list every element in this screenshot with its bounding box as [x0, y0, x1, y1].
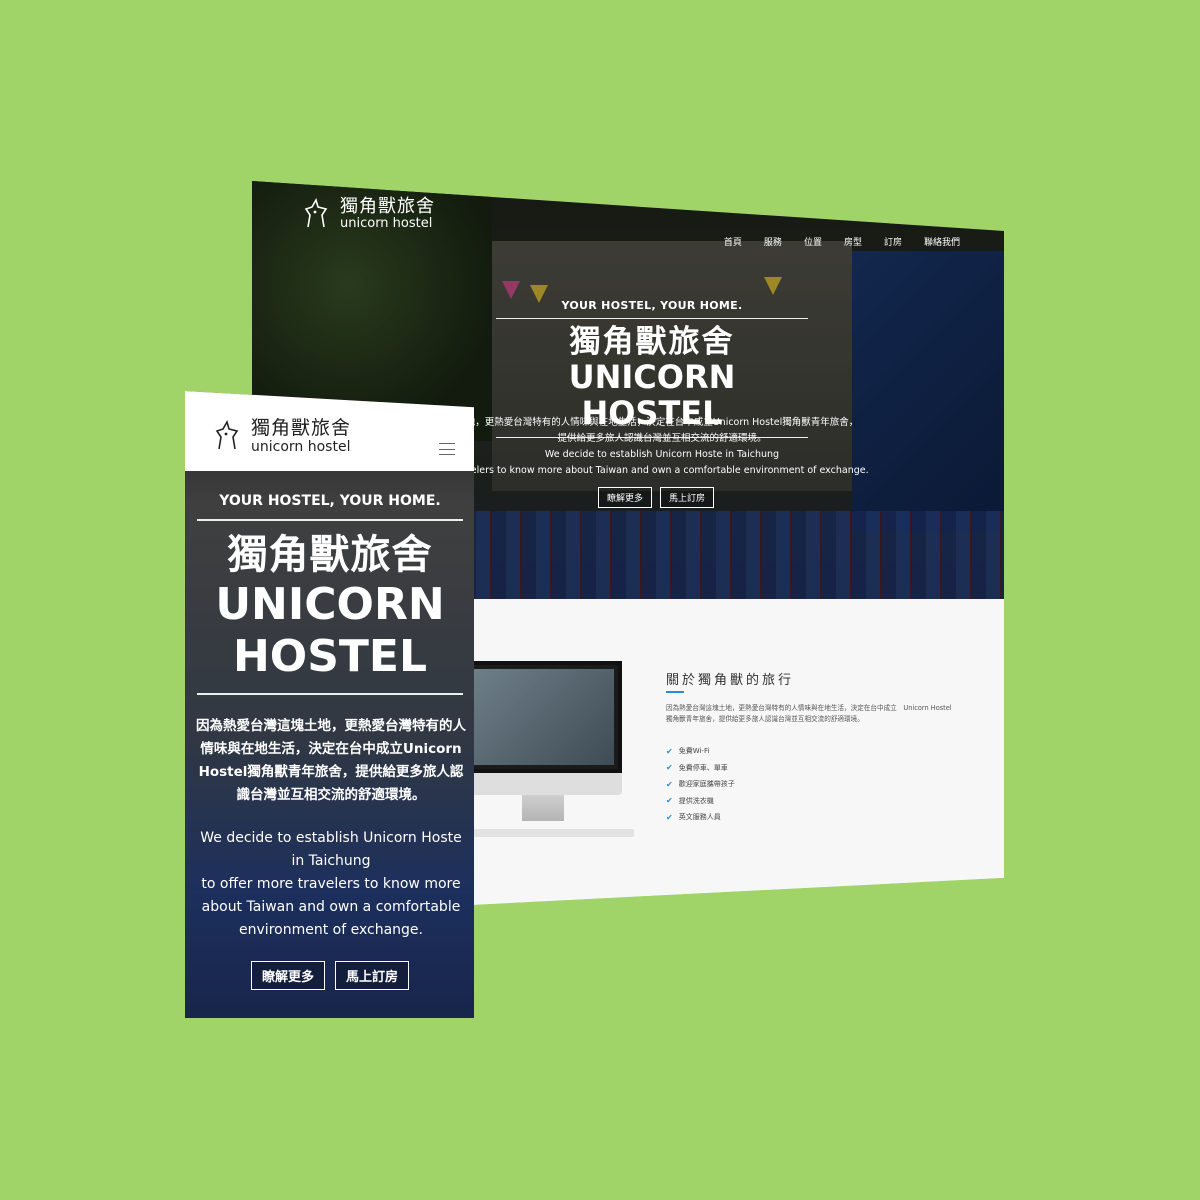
check-icon: ✔	[666, 812, 673, 822]
unicorn-logo-icon	[215, 419, 239, 450]
logo-name-en: unicorn hostel	[251, 439, 351, 455]
list-item: ✔ 歡迎家庭攜帶孩子	[666, 776, 735, 793]
list-item: ✔ 提供洗衣機	[666, 793, 735, 810]
check-icon: ✔	[666, 779, 673, 789]
mobile-mockup: 獨角獸旅舍 unicorn hostel YOUR HOSTEL, YOUR H…	[185, 391, 474, 1018]
desktop-logo[interactable]: 獨角獸旅舍 unicorn hostel	[300, 197, 435, 231]
nav-item-home[interactable]: 首頁	[724, 235, 742, 248]
feature-label: 歡迎家庭攜帶孩子	[678, 780, 735, 789]
divider	[197, 519, 463, 521]
hero-buttons: 瞭解更多 馬上訂房	[598, 487, 715, 508]
nav-item-services[interactable]: 服務	[764, 235, 782, 248]
hero-desc-line: 地，更熱愛台灣特有的人情味與在地生活，決定在台中成立Unicorn Hostel…	[465, 417, 859, 428]
imac-illustration	[464, 661, 634, 841]
keyboard	[464, 829, 634, 837]
hero-tagline: YOUR HOSTEL, YOUR HOME.	[561, 299, 743, 312]
book-now-button[interactable]: 馬上訂房	[660, 487, 715, 508]
book-now-button[interactable]: 馬上訂房	[335, 961, 410, 990]
hero-title-cn: 獨角獸旅舍	[227, 532, 433, 578]
hero-title-en-line1: UNICORN	[215, 579, 445, 630]
check-icon: ✔	[666, 763, 673, 773]
feature-label: 免費停車、單車	[678, 763, 728, 772]
list-item: ✔ 免費停車、單車	[666, 760, 735, 777]
check-icon: ✔	[666, 746, 673, 756]
hero-desc-line: 提供給更多旅人認識台灣並互相交流的舒適環境。	[557, 433, 767, 444]
desktop-menu: 首頁 服務 位置 房型 訂房 聯絡我們	[724, 235, 960, 248]
learn-more-button[interactable]: 瞭解更多	[251, 961, 326, 990]
divider	[197, 693, 463, 695]
unicorn-logo-icon	[304, 197, 328, 228]
hero-description-cn: 因為熱愛台灣這塊土地，更熱愛台灣特有的人情味與在地生活，決定在台中成立Unico…	[196, 718, 466, 803]
hero-tagline: YOUR HOSTEL, YOUR HOME.	[219, 493, 441, 509]
hamburger-menu-icon[interactable]	[439, 443, 455, 455]
hero-desc-line: We decide to establish Unicorn Hoste in …	[544, 449, 780, 460]
logo-name-en: unicorn hostel	[340, 216, 433, 231]
about-text: 因為熱愛台灣這塊土地，更熱愛台灣特有的人情味與在地生活，決定在台中成立 Unic…	[666, 704, 952, 723]
feature-label: 免費Wi-Fi	[678, 747, 710, 756]
mobile-hero-heading: YOUR HOSTEL, YOUR HOME. 獨角獸旅舍 UNICORN HO…	[197, 493, 463, 705]
imac-screen	[464, 661, 622, 773]
hero-title-en-line2: HOSTEL	[232, 631, 428, 682]
nav-item-rooms[interactable]: 房型	[844, 235, 862, 248]
nav-item-booking[interactable]: 訂房	[884, 235, 902, 248]
hero-desc-line: We decide to establish Unicorn Hoste in …	[200, 830, 462, 869]
hero-desc-line: to offer more travelers to know more abo…	[201, 876, 461, 938]
feature-list: ✔ 免費Wi-Fi ✔ 免費停車、單車 ✔ 歡迎家庭攜帶孩子 ✔ 提供洗衣機 ✔ 英文服務…	[666, 743, 735, 826]
hero-buttons: 瞭解更多 馬上訂房	[251, 961, 410, 990]
hero-desc-line: ravelers to know more about Taiwan and o…	[455, 465, 869, 476]
imac-chin	[464, 773, 622, 795]
check-icon: ✔	[666, 796, 673, 806]
list-item: ✔ 英文服務人員	[666, 809, 735, 826]
divider	[496, 318, 808, 319]
hero-description-en: We decide to establish Unicorn Hoste in …	[195, 827, 467, 942]
list-item: ✔ 免費Wi-Fi	[666, 743, 735, 760]
logo-name-cn: 獨角獸旅舍	[251, 417, 352, 439]
nav-item-contact[interactable]: 聯絡我們	[924, 235, 960, 248]
hero-title-cn: 獨角獸旅舍	[569, 324, 735, 360]
feature-label: 英文服務人員	[678, 813, 721, 822]
desktop-navbar: 獨角獸旅舍 unicorn hostel 首頁 服務 位置 房型 訂房 聯絡我們	[252, 181, 1004, 259]
nav-item-location[interactable]: 位置	[804, 235, 822, 248]
about-title-underline	[666, 691, 684, 693]
logo-name-cn: 獨角獸旅舍	[340, 196, 435, 217]
imac-stand	[522, 795, 564, 821]
learn-more-button[interactable]: 瞭解更多	[598, 487, 653, 508]
feature-label: 提供洗衣機	[678, 796, 714, 805]
hero-description: 地，更熱愛台灣特有的人情味與在地生活，決定在台中成立Unicorn Hostel…	[402, 415, 922, 479]
about-title: 關於獨角獸的旅行	[666, 673, 795, 688]
mobile-logo[interactable]: 獨角獸旅舍 unicorn hostel	[211, 417, 351, 455]
